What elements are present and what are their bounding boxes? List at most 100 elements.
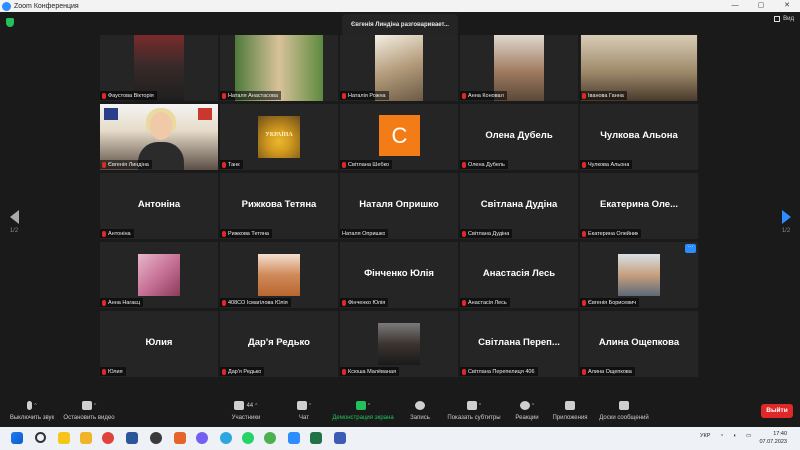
participant-tile[interactable]: Екатерина Оле... Екатерина Олейник [580,173,698,239]
video-button[interactable]: ^ Остановить видео [60,399,118,421]
participant-name: Світлана Перепелиця 406 [468,368,535,375]
close-button[interactable]: ✕ [774,0,800,12]
mic-muted-icon [582,299,586,306]
participant-tile[interactable]: УКРАЇНА Танк [220,104,338,170]
participant-name-label: Танк [220,160,243,169]
participant-tile[interactable]: Олена Дубель Олена Дубель [460,104,578,170]
captions-icon [466,401,477,410]
chevron-up-icon[interactable]: ^ [255,403,257,409]
zoom-taskbar-icon[interactable] [288,432,300,444]
participant-tile[interactable]: Наталія Рожна [340,35,458,101]
telegram-icon[interactable] [220,432,232,444]
participants-button[interactable]: 44 ^ Участники [224,399,268,421]
word-icon[interactable] [126,432,138,444]
share-screen-label: Демонстрация экрана [332,415,394,421]
chevron-up-icon[interactable]: ^ [532,403,534,409]
avatar: С [379,115,420,156]
whiteboards-button[interactable]: Доски сообщений [596,399,652,421]
participant-name: Наталя Опришко [342,230,386,237]
share-screen-button[interactable]: ^ Демонстрация экрана [328,399,398,421]
chevron-up-icon[interactable]: ^ [34,403,36,409]
input-language[interactable]: УКР [700,433,710,439]
chat-label: Чат [299,415,309,421]
mic-muted-icon [102,368,106,375]
participant-tile[interactable]: Євгенія Линдіна [100,104,218,170]
chevron-up-icon[interactable]: ^ [368,403,370,409]
record-button[interactable]: Запись [406,399,434,421]
file-explorer-icon[interactable] [80,432,92,444]
grid-view-icon [774,16,781,22]
chevron-up-icon[interactable]: ^ [479,403,481,409]
windows-start-icon[interactable] [11,432,23,444]
battery-icon[interactable]: ▭ [746,433,751,439]
participant-tile[interactable]: 408СО Ісмагілова Юлія [220,242,338,308]
participant-tile[interactable]: Світлана Дудіна Світлана Дудіна [460,173,578,239]
mic-muted-icon [582,92,586,99]
participant-tile[interactable]: Іванова Ганна [580,35,698,101]
participant-name: Дар'я Редько [228,368,262,375]
apps-label: Приложения [552,415,588,421]
page-indicator-left: 1/2 [9,228,19,234]
participant-name: Рижкова Тетяна [228,230,269,237]
maximize-button[interactable]: ▢ [748,0,774,12]
participant-name: 408СО Ісмагілова Юлія [228,299,288,306]
captions-button[interactable]: ^ Показать субтитры [443,399,505,421]
participant-tile[interactable]: Юлия Юлия [100,311,218,377]
participant-tile[interactable]: Ксюша Малёваная [340,311,458,377]
participant-name: Анастасія Лесь [468,299,507,306]
whatsapp-icon[interactable] [242,432,254,444]
viber-icon[interactable] [196,432,208,444]
participant-display-name: Наталя Опришко [359,199,439,210]
chevron-up-icon[interactable]: ^ [94,403,96,409]
participant-tile[interactable]: Наталя Опришко Наталя Опришко [340,173,458,239]
page-next-button[interactable]: 1/2 [776,210,796,234]
participant-tile[interactable]: Дар'я Редько Дар'я Редько [220,311,338,377]
participant-tile[interactable]: Чулкова Альона Чулкова Альона [580,104,698,170]
participant-tile[interactable]: Фаустова Вікторія [100,35,218,101]
participant-name-label: Наталія Рожна [340,91,389,100]
participants-icon [234,401,245,410]
mic-muted-icon [222,161,226,168]
more-options-icon[interactable]: ··· [685,244,696,253]
participant-tile[interactable]: Антоніна Антоніна [100,173,218,239]
participant-display-name: Алина Ощепкова [598,337,680,348]
minimize-button[interactable]: — [722,0,748,12]
participant-tile[interactable]: Світлана Переп... Світлана Перепелиця 406 [460,311,578,377]
chrome-icon[interactable] [102,432,114,444]
participant-tile[interactable]: Фінченко Юлія Фінченко Юлія [340,242,458,308]
participant-tile[interactable]: Анна Нагаєц [100,242,218,308]
chevron-up-icon[interactable]: ^ [309,403,311,409]
reactions-button[interactable]: ^ Реакции [511,399,543,421]
mute-button[interactable]: ^ Выключить звук [6,399,58,421]
taskbar-clock[interactable]: 17:40 07.07.2023 [759,430,787,446]
apps-button[interactable]: Приложения [550,399,590,421]
participant-tile[interactable]: Анастасія Лесь Анастасія Лесь [460,242,578,308]
app-icon-1[interactable] [150,432,162,444]
chat-button[interactable]: ^ Чат [290,399,318,421]
view-button[interactable]: Вид [774,16,794,22]
participant-tile[interactable]: С Світлана Шебко [340,104,458,170]
participant-tile[interactable]: Рижкова Тетяна Рижкова Тетяна [220,173,338,239]
participant-tile[interactable]: Наталя Анастасова [220,35,338,101]
excel-icon[interactable] [310,432,322,444]
participant-tile[interactable]: Анна Коновал [460,35,578,101]
leave-button[interactable]: Выйти [761,404,793,418]
gallery-grid: Фаустова Вікторія Наталя Анастасова Наталі… [100,35,698,377]
search-icon[interactable] [35,432,46,443]
profile-photo [138,254,180,296]
app-icon-4[interactable] [334,432,346,444]
volume-icon[interactable]: ◖ [733,433,736,439]
participant-name: Екатерина Олейник [588,230,639,237]
participant-name-label: Юлия [100,367,126,376]
page-prev-button[interactable]: 1/2 [4,210,24,234]
app-icon-2[interactable] [174,432,186,444]
participant-name: Фаустова Вікторія [108,92,154,99]
shield-icon[interactable] [6,18,14,27]
participant-name-label: Антоніна [100,229,134,238]
wifi-icon[interactable]: ◔ [720,433,723,439]
app-icon-3[interactable] [264,432,276,444]
participant-tile[interactable]: Алина Ощепкова Алина Ощепкова [580,311,698,377]
windows-taskbar: УКР ◔ ◖ ▭ 17:40 07.07.2023 [0,427,800,450]
norton-icon[interactable] [58,432,70,444]
participant-tile[interactable]: ··· Євгенія Борисевич [580,242,698,308]
